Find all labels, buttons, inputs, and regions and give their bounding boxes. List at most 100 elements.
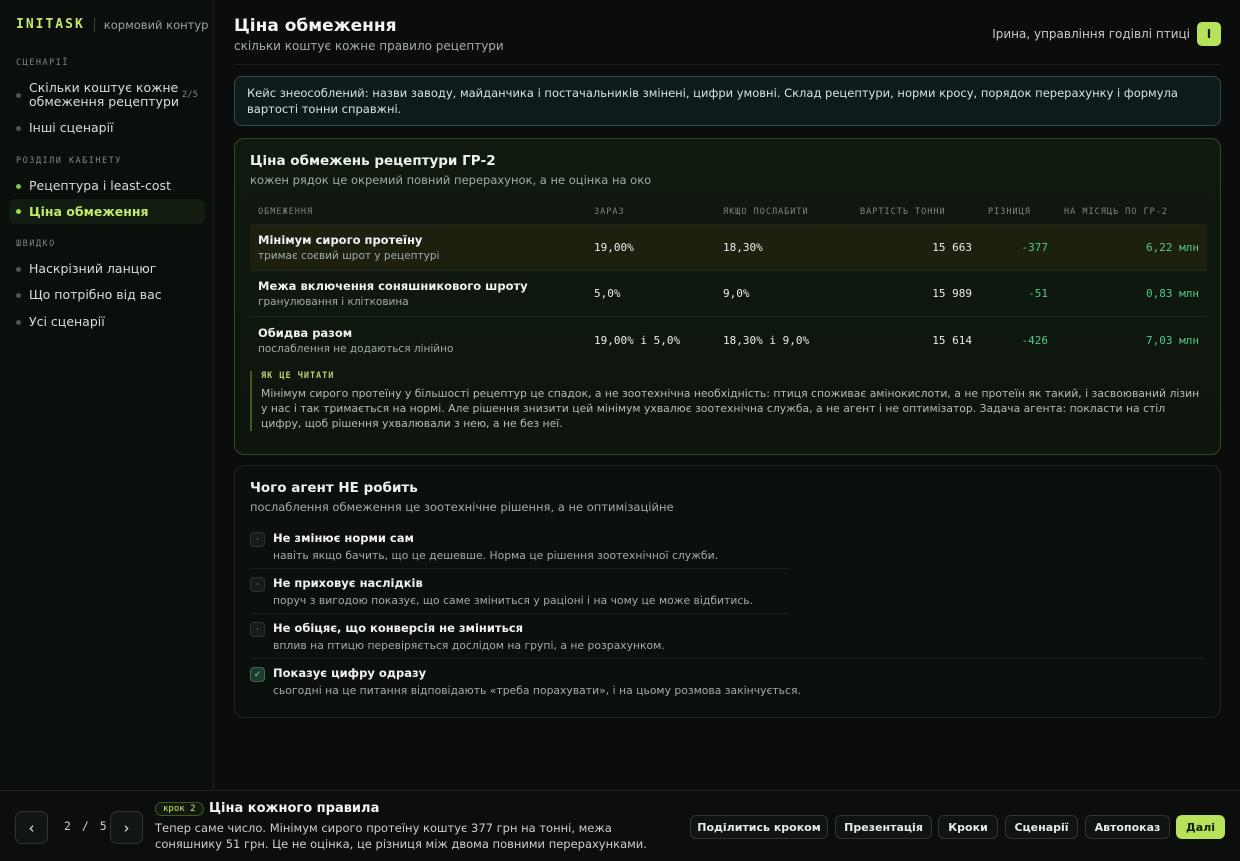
divider — [250, 568, 790, 569]
constraint-note: гранулювання і клітковина — [258, 296, 409, 308]
page-subtitle: скільки коштує кожне правило рецептури — [234, 39, 504, 53]
constraint-note: тримає соєвий шрот у рецептурі — [258, 250, 440, 262]
how-to-read-callout: ЯК ЦЕ ЧИТАТИ Мінімум сирого протеїну у б… — [250, 371, 1207, 431]
table-row[interactable]: Межа включення соняшникового шроту грану… — [250, 271, 1207, 317]
callout-title: ЯК ЦЕ ЧИТАТИ — [261, 371, 335, 381]
prev-step-button[interactable]: ‹ — [15, 811, 48, 844]
value-now: 19,00% — [594, 241, 634, 254]
value-diff: -426 — [1021, 333, 1049, 347]
table-row[interactable]: Обидва разом послаблення не додаються лі… — [250, 317, 1207, 363]
sidebar-item-needs[interactable]: Що потрібно від вас — [9, 284, 205, 306]
limit-description: поруч з вигодою показує, що саме змінить… — [273, 594, 754, 607]
avatar[interactable]: І — [1197, 22, 1221, 46]
next-button[interactable]: Далі — [1176, 815, 1225, 839]
value-cost: 15 663 — [932, 241, 972, 254]
agent-limits-card: Чого агент НЕ робить послаблення обмежен… — [234, 465, 1221, 718]
constraint-name: Мінімум сирого протеїну — [258, 233, 423, 247]
value-cost: 15 989 — [932, 287, 972, 300]
value-now: 19,00% і 5,0% — [594, 333, 681, 347]
constraint-note: послаблення не додаються лінійно — [258, 342, 454, 355]
limit-item: · Не змінює норми сам навіть якщо бачить… — [250, 531, 1205, 562]
col-header-now: ЗАРАЗ — [594, 206, 625, 217]
step-navigation-bar: ‹ 2 / 5 › крок 2 Ціна кожного правила Те… — [0, 790, 1240, 861]
card-title: Ціна обмежень рецептури ГР-2 — [250, 153, 496, 169]
col-header-month: НА МІСЯЦЬ ПО ГР-2 — [1064, 206, 1168, 217]
card-subtitle: послаблення обмеження це зоотехнічне ріш… — [250, 500, 674, 514]
limit-title: Не приховує наслідків — [273, 576, 423, 590]
sidebar-item-recipe[interactable]: Рецептура і least-cost — [9, 175, 205, 197]
steps-button[interactable]: Кроки — [938, 815, 998, 839]
step-badge: крок 2 — [155, 802, 204, 816]
section-scenarios: СЦЕНАРІЇ — [16, 58, 69, 68]
limit-item: ✓ Показує цифру одразу сьогодні на це пи… — [250, 666, 1205, 697]
value-month: 0,83 млн — [1146, 287, 1199, 300]
limit-description: сьогодні на це питання відповідають «тре… — [273, 684, 801, 697]
share-step-button[interactable]: Поділитись кроком — [690, 815, 828, 839]
limit-item: · Не обіцяє, що конверсія не зміниться в… — [250, 621, 1205, 652]
constraints-table: ОБМЕЖЕННЯ ЗАРАЗ ЯКЩО ПОСЛАБИТИ ВАРТІСТЬ … — [250, 199, 1207, 363]
sidebar-item-label: Наскрізний ланцюг — [29, 261, 157, 276]
brand: INITASK кормовий контур — [16, 17, 208, 32]
constraint-name: Межа включення соняшникового шроту — [258, 279, 528, 293]
value-relaxed: 18,30% і 9,0% — [723, 333, 810, 347]
user-name: Ірина, управління годівлі птиці — [992, 27, 1190, 41]
bullet-icon — [16, 292, 21, 298]
sidebar-item-label: Що потрібно від вас — [29, 287, 162, 302]
bullet-icon — [16, 209, 21, 214]
dot-icon: · — [250, 622, 265, 637]
dot-icon: · — [250, 532, 265, 547]
col-header-relaxed: ЯКЩО ПОСЛАБИТИ — [723, 206, 809, 217]
bullet-icon — [16, 92, 21, 98]
limit-title: Не обіцяє, що конверсія не зміниться — [273, 621, 524, 635]
anonymization-notice: Кейс знеособлений: назви заводу, майданч… — [234, 76, 1221, 126]
bullet-icon — [16, 319, 21, 325]
value-diff: -51 — [1028, 287, 1048, 300]
presentation-button[interactable]: Презентація — [835, 815, 932, 839]
value-cost: 15 614 — [932, 333, 972, 347]
callout-text: Мінімум сирого протеїну у більшості реце… — [261, 387, 1200, 430]
value-relaxed: 9,0% — [723, 287, 750, 300]
col-header-constraint: ОБМЕЖЕННЯ — [258, 206, 314, 217]
step-pager: 2 / 5 — [64, 819, 107, 833]
total-steps: 5 — [99, 819, 107, 833]
autoplay-button[interactable]: Автопоказ — [1085, 815, 1170, 839]
value-month: 7,03 млн — [1146, 333, 1199, 347]
limit-title: Не змінює норми сам — [273, 531, 414, 545]
value-diff: -377 — [1021, 241, 1049, 254]
section-cabinet: РОЗДІЛИ КАБІНЕТУ — [16, 156, 122, 166]
limit-description: вплив на птицю перевіряється дослідом на… — [273, 639, 665, 652]
sidebar-item-constraint-cost[interactable]: Ціна обмеження — [9, 199, 205, 224]
bullet-icon — [16, 125, 21, 131]
table-row[interactable]: Мінімум сирого протеїну тримає соєвий шр… — [250, 225, 1207, 271]
sidebar-item-label: Ціна обмеження — [29, 203, 149, 219]
sidebar-item-chain[interactable]: Наскрізний ланцюг — [9, 258, 205, 280]
brand-logo[interactable]: INITASK — [16, 17, 85, 32]
constraint-name: Обидва разом — [258, 325, 353, 340]
limit-description: навіть якщо бачить, що це дешевше. Норма… — [273, 549, 719, 562]
value-now: 5,0% — [594, 287, 621, 300]
sidebar-item-label: Інші сценарії — [29, 120, 114, 135]
scenario-progress: 2/5 — [181, 90, 198, 100]
limit-title: Показує цифру одразу — [273, 666, 427, 680]
sidebar-item-label: Усі сценарії — [29, 314, 105, 329]
scenarios-button[interactable]: Сценарії — [1005, 815, 1078, 839]
dot-icon: · — [250, 577, 265, 592]
section-quick: ШВИДКО — [16, 239, 56, 249]
col-header-diff: РІЗНИЦЯ — [988, 206, 1031, 217]
pager-separator: / — [81, 819, 89, 833]
next-step-arrow-button[interactable]: › — [110, 811, 143, 844]
sidebar: INITASK кормовий контур СЦЕНАРІЇ Скільки… — [0, 0, 214, 790]
divider — [250, 613, 790, 614]
bullet-icon — [16, 266, 21, 272]
brand-subtitle: кормовий контур — [103, 17, 209, 32]
sidebar-item-other-scenarios[interactable]: Інші сценарії — [9, 117, 205, 139]
divider — [250, 658, 1205, 659]
sidebar-item-all-scenarios[interactable]: Усі сценарії — [9, 311, 205, 333]
bullet-icon — [16, 183, 21, 189]
current-step: 2 — [64, 819, 71, 833]
brand-divider — [93, 17, 95, 32]
page-title: Ціна обмеження — [234, 16, 397, 36]
step-description: Тепер саме число. Мінімум сирого протеїн… — [155, 821, 647, 851]
col-header-cost: ВАРТІСТЬ ТОННИ — [860, 206, 946, 217]
sidebar-item-current-scenario[interactable]: Скільки коштує кожне обмеження рецептури… — [9, 81, 205, 109]
